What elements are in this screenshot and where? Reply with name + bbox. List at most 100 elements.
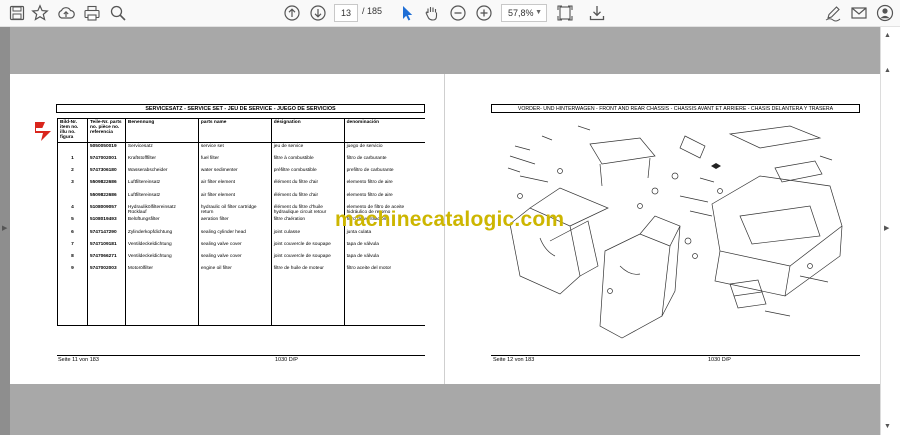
part-number: 5108019493 bbox=[86, 216, 126, 229]
part-number: 5050050019 bbox=[86, 142, 126, 155]
name-de: Hydraulikölfiltereinsatz Rücklauf bbox=[124, 203, 199, 217]
exploded-chassis-diagram bbox=[490, 116, 865, 352]
table-row: 1 5747002001 Kraftstofffilter fuel filte… bbox=[57, 154, 425, 168]
name-es: filtro de carburante bbox=[343, 154, 425, 168]
zoom-search-icon[interactable] bbox=[109, 4, 127, 22]
name-de: Luftfiltereinsatz bbox=[124, 191, 199, 204]
name-es: filtro aceite del motor bbox=[343, 265, 425, 326]
item-number: 1 bbox=[57, 154, 88, 168]
name-en: water sedimenter bbox=[197, 167, 272, 180]
table-header-row: Bild-Nr. item no. illu no. figura Teile-… bbox=[57, 118, 425, 143]
zoom-out-icon[interactable] bbox=[449, 4, 467, 22]
fit-page-icon[interactable] bbox=[556, 4, 574, 22]
col-header-bild: Bild-Nr. item no. illu no. figura bbox=[57, 118, 88, 143]
item-number: 5 bbox=[57, 216, 88, 229]
expand-panel-icon[interactable]: ▶ bbox=[2, 224, 7, 232]
item-number: 2 bbox=[57, 167, 88, 180]
right-page-title: VORDER- UND HINTERWAGEN - FRONT AND REAR… bbox=[491, 104, 860, 113]
side-panel-toggle[interactable]: ▶ bbox=[0, 27, 10, 435]
part-number: 5509822686 bbox=[86, 179, 126, 192]
item-number bbox=[57, 142, 88, 155]
download-icon[interactable] bbox=[588, 4, 606, 22]
page-total: 185 bbox=[367, 6, 383, 16]
name-fr: élément du filtre d'air bbox=[270, 179, 345, 192]
save-icon[interactable] bbox=[8, 4, 26, 22]
name-en: sealing cylinder head bbox=[197, 228, 272, 241]
name-en: hydraulic oil filter cartridge return bbox=[197, 203, 272, 217]
item-number: 7 bbox=[57, 240, 88, 254]
table-row: 9 5747002003 Motorölfilter engine oil fi… bbox=[57, 265, 425, 326]
right-footer-page: Seite 12 von 183 bbox=[493, 357, 535, 363]
col-header-teil: Teile-Nr. parts no. pièce no. referencia bbox=[86, 118, 126, 143]
item-number: 8 bbox=[57, 253, 88, 266]
name-de: Servicesatz bbox=[124, 142, 199, 155]
part-number: 5747002001 bbox=[86, 154, 126, 168]
page-separator: / bbox=[362, 6, 365, 16]
name-fr: filtre à combustible bbox=[270, 154, 345, 168]
upload-cloud-icon[interactable] bbox=[57, 4, 75, 22]
item-number: 9 bbox=[57, 265, 88, 326]
vertical-scrollbar[interactable]: ▲ ▲ ▶ ▼ bbox=[880, 27, 900, 435]
table-row: 3 5509822686 Luftfiltereinsatz air filte… bbox=[57, 179, 425, 192]
name-es: prefiltro de carburante bbox=[343, 167, 425, 180]
expand-right-panel-icon[interactable]: ▶ bbox=[884, 224, 889, 232]
name-de: Ventildeckeldichtung bbox=[124, 253, 199, 266]
table-row: 8 5747066271 Ventildeckeldichtung sealin… bbox=[57, 253, 425, 266]
account-icon[interactable] bbox=[876, 4, 894, 22]
name-de: Belüftungsfilter bbox=[124, 216, 199, 229]
zoom-in-icon[interactable] bbox=[475, 4, 493, 22]
col-header-parts-name: parts name bbox=[197, 118, 272, 143]
name-en: sealing valve cover bbox=[197, 240, 272, 254]
name-en: fuel filter bbox=[197, 154, 272, 168]
scroll-down-icon[interactable]: ▼ bbox=[884, 423, 891, 430]
hand-pan-icon[interactable] bbox=[423, 4, 441, 22]
footer-rule bbox=[57, 355, 425, 356]
name-fr: jeu de service bbox=[270, 142, 345, 155]
name-de: Kraftstofffilter bbox=[124, 154, 199, 168]
part-number: 5509822686 bbox=[86, 191, 126, 204]
viewer-toolbar: 13 / 185 57,8% ▼ bbox=[0, 0, 900, 27]
name-en: service set bbox=[197, 142, 272, 155]
left-footer-page: Seite 11 von 183 bbox=[58, 357, 99, 363]
name-fr: élément du filtre d'air bbox=[270, 191, 345, 204]
name-en: air filter element bbox=[197, 191, 272, 204]
name-en: engine oil filter bbox=[197, 265, 272, 326]
print-icon[interactable] bbox=[83, 4, 101, 22]
zoom-level-select[interactable]: 57,8% ▼ bbox=[501, 4, 547, 22]
left-footer-model: 1030 D/P bbox=[275, 357, 298, 363]
name-fr: élément du filtre d'huile hydraulique ci… bbox=[270, 203, 345, 217]
name-fr: préfiltre combustible bbox=[270, 167, 345, 180]
table-row: 2 5747306180 Wasserabscheider water sedi… bbox=[57, 167, 425, 180]
name-es: elemento filtro de aire bbox=[343, 191, 425, 204]
part-number: 5747306180 bbox=[86, 167, 126, 180]
select-cursor-icon[interactable] bbox=[398, 4, 416, 22]
sign-pen-icon[interactable] bbox=[824, 4, 842, 22]
name-fr: joint couvercle de soupape bbox=[270, 240, 345, 254]
part-number: 5747109181 bbox=[86, 240, 126, 254]
right-footer-model: 1030 D/P bbox=[708, 357, 731, 363]
mail-icon[interactable] bbox=[850, 4, 868, 22]
table-row: 7 5747109181 Ventildeckeldichtung sealin… bbox=[57, 240, 425, 254]
name-fr: joint culasse bbox=[270, 228, 345, 241]
scroll-up-icon[interactable]: ▲ bbox=[884, 67, 891, 74]
name-de: Wasserabscheider bbox=[124, 167, 199, 180]
name-fr: filtre d'aération bbox=[270, 216, 345, 229]
part-number: 5108009057 bbox=[86, 203, 126, 217]
manufacturer-logo bbox=[33, 120, 53, 142]
page-down-icon[interactable] bbox=[309, 4, 327, 22]
bookmark-star-icon[interactable] bbox=[31, 4, 49, 22]
watermark-text: machinecatalogic.com bbox=[335, 208, 565, 231]
name-es: tapa de válvula bbox=[343, 240, 425, 254]
part-number: 5747002003 bbox=[86, 265, 126, 326]
scroll-up-icon[interactable]: ▲ bbox=[884, 32, 891, 39]
name-de: Motorölfilter bbox=[124, 265, 199, 326]
name-en: air filter element bbox=[197, 179, 272, 192]
col-header-benennung: Benennung bbox=[124, 118, 199, 143]
name-de: Luftfiltereinsatz bbox=[124, 179, 199, 192]
page-number-input[interactable]: 13 bbox=[334, 4, 358, 22]
page-up-icon[interactable] bbox=[283, 4, 301, 22]
item-number: 3 bbox=[57, 179, 88, 192]
col-header-denominacion: denominación bbox=[343, 118, 425, 143]
name-fr: joint couvercle de soupape bbox=[270, 253, 345, 266]
item-number bbox=[57, 191, 88, 204]
